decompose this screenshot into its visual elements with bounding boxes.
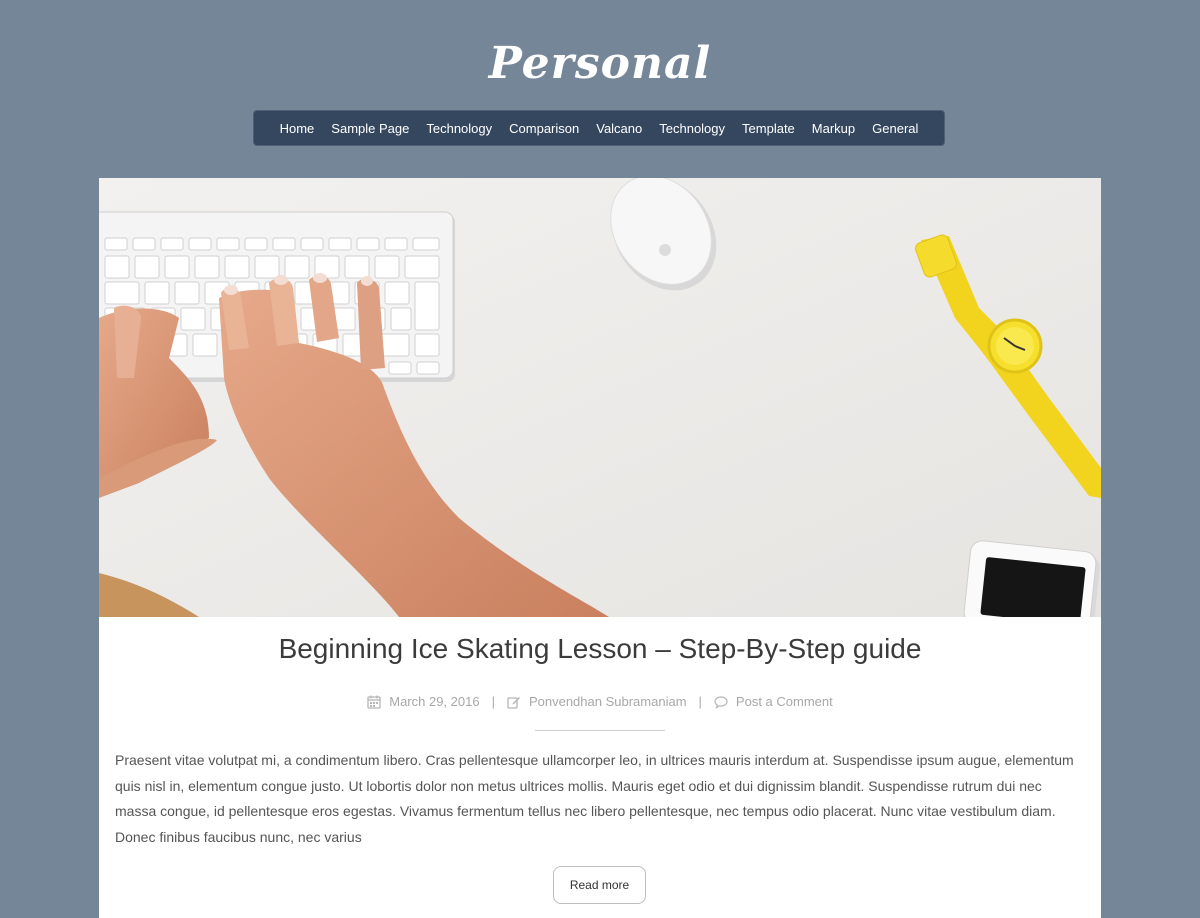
post-comment-link[interactable]: Post a Comment <box>736 694 833 709</box>
nav-item-general[interactable]: General <box>864 121 927 136</box>
nav-item-template[interactable]: Template <box>734 121 804 136</box>
site-title[interactable]: Personal <box>0 38 1200 89</box>
post-card: Beginning Ice Skating Lesson – Step-By-S… <box>99 178 1101 918</box>
nav-item-comparison[interactable]: Comparison <box>501 121 588 136</box>
comment-icon <box>714 695 728 709</box>
divider <box>535 730 665 731</box>
nav-item-valcano[interactable]: Valcano <box>588 121 651 136</box>
post-author[interactable]: Ponvendhan Subramaniam <box>529 694 687 709</box>
read-more-button[interactable]: Read more <box>553 866 646 904</box>
calendar-icon <box>367 695 381 709</box>
post-meta: March 29, 2016 | Ponvendhan Subramaniam … <box>99 694 1101 709</box>
main-navigation: Home Sample Page Technology Comparison V… <box>253 110 945 146</box>
meta-separator: | <box>491 694 495 709</box>
edit-icon <box>507 696 520 709</box>
phone <box>963 540 1100 617</box>
nav-item-technology[interactable]: Technology <box>418 121 501 136</box>
post-title[interactable]: Beginning Ice Skating Lesson – Step-By-S… <box>99 633 1101 665</box>
nav-item-home[interactable]: Home <box>271 121 323 136</box>
nav-item-sample-page[interactable]: Sample Page <box>323 121 418 136</box>
featured-image[interactable] <box>99 178 1101 617</box>
post-date[interactable]: March 29, 2016 <box>389 694 479 709</box>
post-excerpt: Praesent vitae volutpat mi, a condimentu… <box>115 752 1074 845</box>
nav-item-markup[interactable]: Markup <box>803 121 863 136</box>
meta-separator: | <box>698 694 702 709</box>
nav-item-technology-2[interactable]: Technology <box>651 121 734 136</box>
